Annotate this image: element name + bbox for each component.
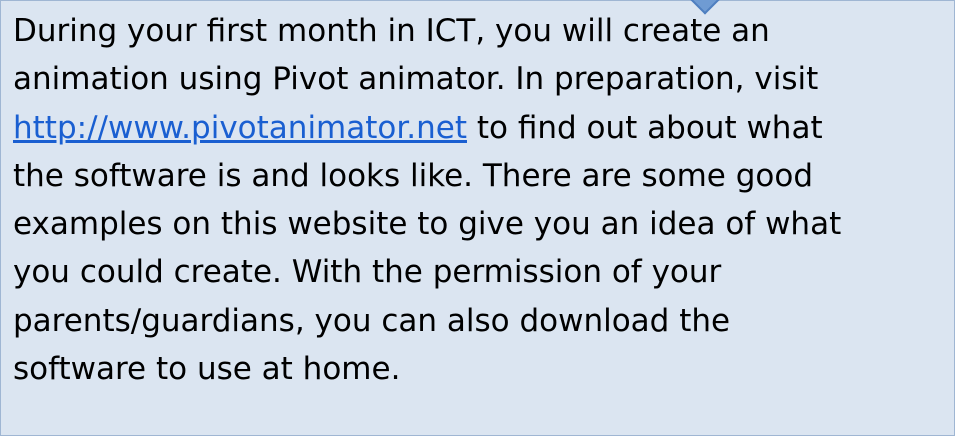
text-line-2: animation using Pivot animator. In prepa…	[13, 61, 819, 98]
text-line-7: parents/guardians, you can also download…	[13, 302, 731, 339]
pivot-animator-link[interactable]: http://www.pivotanimator.net	[13, 110, 467, 146]
text-line-6: you could create. With the permission of…	[13, 254, 722, 291]
text-line-4: the software is and looks like. There ar…	[13, 157, 814, 194]
text-line-5: examples on this website to give you an …	[13, 206, 842, 243]
callout-text: During your first month in ICT, you will…	[13, 7, 953, 393]
text-line-1: During your first month in ICT, you will…	[13, 13, 770, 49]
text-line-3-rest: to find out about what	[467, 109, 823, 146]
callout-box: During your first month in ICT, you will…	[0, 0, 955, 436]
text-line-8: software to use at home.	[13, 351, 401, 388]
